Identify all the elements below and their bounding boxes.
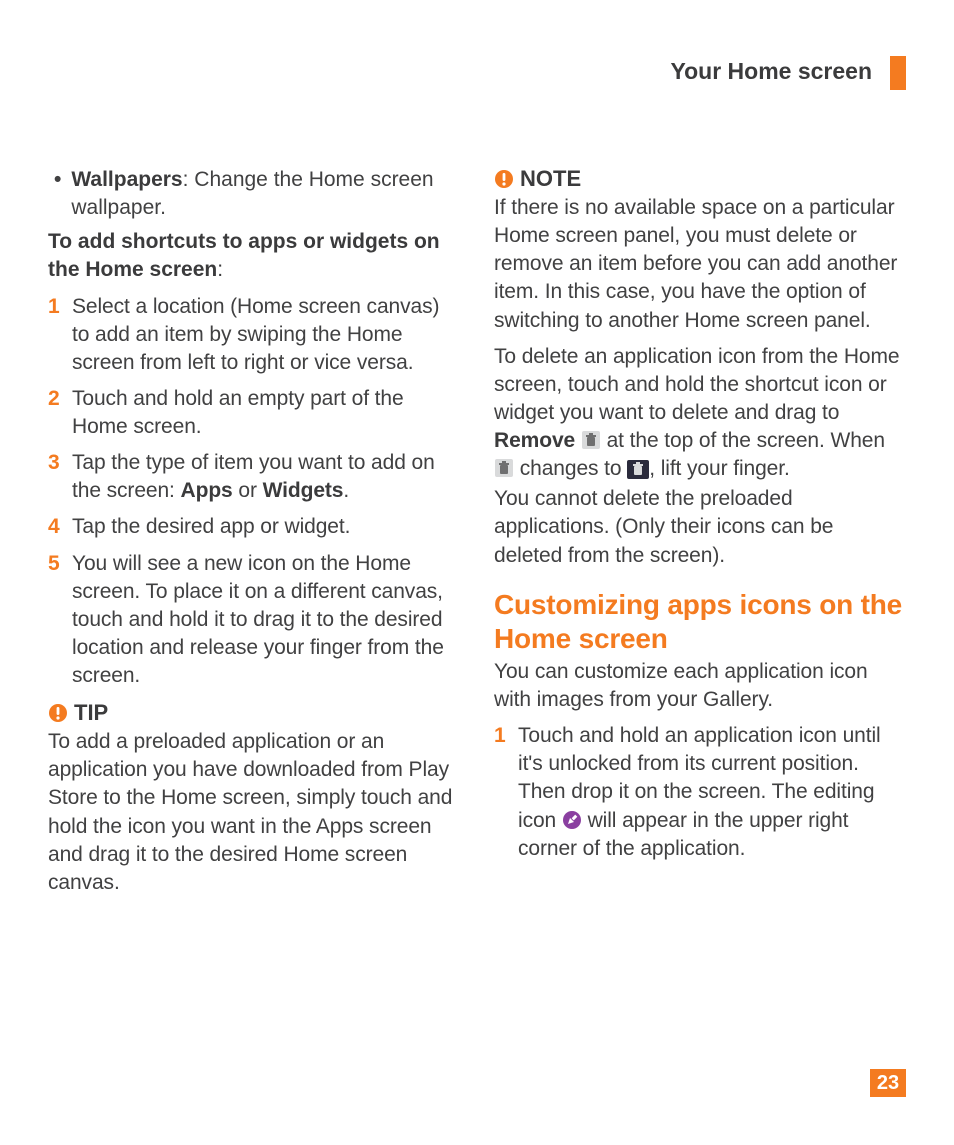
- delete-p1: To delete an application icon from the H…: [494, 345, 899, 424]
- delete-remove-word: Remove: [494, 429, 575, 452]
- step-3-e: .: [343, 479, 349, 502]
- custom-step-1: Touch and hold an application icon until…: [494, 722, 906, 863]
- page-header-title: Your Home screen: [670, 58, 872, 85]
- delete-p5: You cannot delete the preloaded applicat…: [494, 485, 906, 569]
- add-shortcuts-heading-text: To add shortcuts to apps or widgets on t…: [48, 230, 440, 281]
- note-label: NOTE: [520, 166, 581, 192]
- step-5: You will see a new icon on the Home scre…: [48, 550, 460, 691]
- edit-badge-icon: [562, 810, 582, 830]
- step-4: Tap the desired app or widget.: [48, 513, 460, 541]
- custom-step-1-text: Touch and hold an application icon until…: [518, 722, 906, 863]
- wallpapers-bullet: • Wallpapers: Change the Home screen wal…: [48, 166, 460, 222]
- step-3-apps: Apps: [181, 479, 233, 502]
- page-number-badge: 23: [870, 1069, 906, 1097]
- customizing-steps: Touch and hold an application icon until…: [494, 722, 906, 863]
- page-header: Your Home screen: [48, 56, 906, 90]
- step-1-text: Select a location (Home screen canvas) t…: [72, 293, 460, 377]
- step-3-c: or: [233, 479, 263, 502]
- add-shortcuts-heading: To add shortcuts to apps or widgets on t…: [48, 228, 460, 284]
- step-3: Tap the type of item you want to add on …: [48, 449, 460, 505]
- wallpapers-text: Wallpapers: Change the Home screen wallp…: [71, 166, 460, 222]
- step-3-text: Tap the type of item you want to add on …: [72, 449, 460, 505]
- tip-label: TIP: [74, 700, 108, 726]
- add-shortcuts-colon: :: [217, 258, 223, 281]
- customizing-section-title: Customizing apps icons on the Home scree…: [494, 588, 906, 656]
- step-5-text: You will see a new icon on the Home scre…: [72, 550, 460, 691]
- trash-icon: [494, 458, 514, 478]
- delete-instructions: To delete an application icon from the H…: [494, 343, 906, 484]
- exclamation-icon: [494, 169, 514, 189]
- right-column: NOTE If there is no available space on a…: [494, 166, 906, 905]
- content-columns: • Wallpapers: Change the Home screen wal…: [48, 166, 906, 905]
- tip-heading: TIP: [48, 700, 460, 726]
- trash-active-icon: [627, 459, 649, 478]
- left-column: • Wallpapers: Change the Home screen wal…: [48, 166, 460, 905]
- note-body: If there is no available space on a part…: [494, 194, 906, 335]
- step-3-widgets: Widgets: [263, 479, 344, 502]
- exclamation-icon: [48, 703, 68, 723]
- delete-p4: , lift your finger.: [649, 457, 790, 480]
- customizing-intro: You can customize each application icon …: [494, 658, 906, 714]
- step-4-text: Tap the desired app or widget.: [72, 513, 350, 541]
- tip-body: To add a preloaded application or an app…: [48, 728, 460, 897]
- delete-p2: at the top of the screen. When: [601, 429, 885, 452]
- bullet-dot-icon: •: [54, 166, 61, 194]
- wallpapers-label: Wallpapers: [71, 168, 182, 191]
- trash-icon: [581, 430, 601, 450]
- header-accent-bar: [890, 56, 906, 90]
- add-shortcuts-steps: Select a location (Home screen canvas) t…: [48, 293, 460, 691]
- step-2: Touch and hold an empty part of the Home…: [48, 385, 460, 441]
- step-1: Select a location (Home screen canvas) t…: [48, 293, 460, 377]
- delete-p3: changes to: [514, 457, 627, 480]
- page: Your Home screen • Wallpapers: Change th…: [0, 0, 954, 1145]
- note-heading: NOTE: [494, 166, 906, 192]
- step-2-text: Touch and hold an empty part of the Home…: [72, 385, 460, 441]
